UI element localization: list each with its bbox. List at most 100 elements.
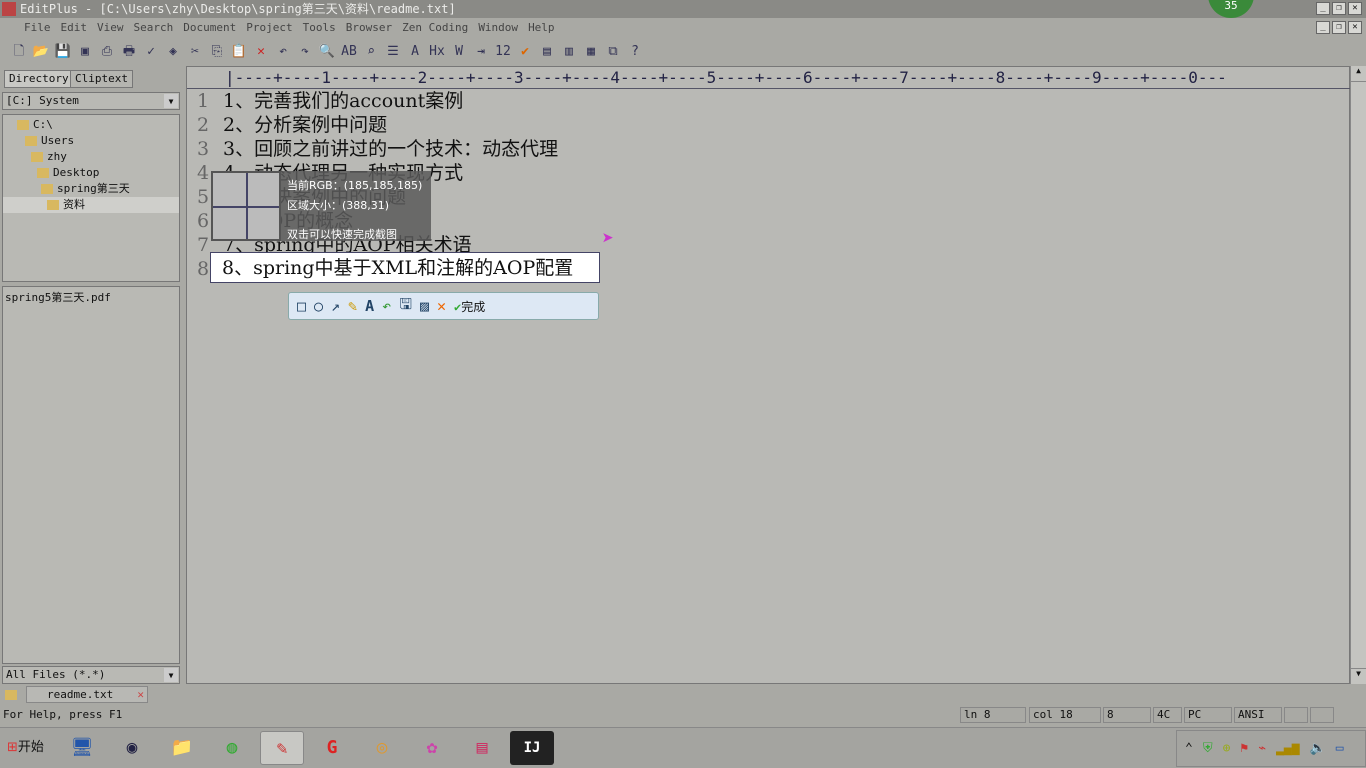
text-tool-icon[interactable]: A: [365, 297, 374, 315]
restore-button[interactable]: ❐: [1332, 2, 1346, 15]
taskbar-explorer-icon[interactable]: 📁: [160, 731, 204, 765]
line-number-icon[interactable]: 12: [494, 43, 512, 61]
word-wrap-icon[interactable]: W: [450, 43, 468, 61]
flag-icon[interactable]: ⚑: [1240, 741, 1248, 756]
undo-icon[interactable]: ↶: [274, 43, 292, 61]
network-icon[interactable]: ▂▄▆: [1276, 741, 1299, 756]
find-in-files-icon[interactable]: ⌕: [362, 43, 380, 61]
drive-select[interactable]: [C:] System ▼: [2, 92, 180, 110]
taskbar-intellij-icon[interactable]: IJ: [510, 731, 554, 765]
menu-edit[interactable]: Edit: [61, 21, 88, 34]
copy-image-icon[interactable]: ▨: [420, 297, 429, 315]
menu-zen-coding[interactable]: Zen Coding: [402, 21, 468, 34]
undo-icon[interactable]: ↶: [382, 297, 391, 315]
browser-icon[interactable]: ◈: [164, 43, 182, 61]
editor-line[interactable]: 2 2、分析案例中问题: [187, 113, 387, 137]
tree-item[interactable]: Desktop: [3, 165, 179, 181]
menu-project[interactable]: Project: [246, 21, 292, 34]
tree-item-selected[interactable]: 资料: [3, 197, 179, 213]
check-icon[interactable]: ✔: [516, 43, 534, 61]
scroll-down-icon[interactable]: ▼: [1351, 668, 1366, 684]
taskbar-picasa-icon[interactable]: ✿: [410, 731, 454, 765]
find-icon[interactable]: 🔍: [318, 43, 336, 61]
delete-icon[interactable]: ✕: [252, 43, 270, 61]
capture-info-tooltip: 当前RGB：(185,185,185) 区域大小：(388,31) 双击可以快速…: [281, 171, 431, 241]
cancel-icon[interactable]: ✕: [437, 297, 446, 315]
line-text: 3、回顾之前讲过的一个技术：动态代理: [223, 138, 559, 160]
shield-icon[interactable]: ⛨: [1203, 741, 1213, 756]
taskbar-editplus-icon[interactable]: ✎: [260, 731, 304, 765]
menu-search[interactable]: Search: [134, 21, 174, 34]
doc-tab-label: readme.txt: [47, 688, 114, 701]
menu-view[interactable]: View: [97, 21, 124, 34]
rectangle-tool-icon[interactable]: □: [297, 297, 306, 315]
menu-tools[interactable]: Tools: [303, 21, 336, 34]
taskbar-eclipse-icon[interactable]: ◉: [110, 731, 154, 765]
power-icon[interactable]: ⌁: [1258, 741, 1266, 756]
taskbar-ico-icon[interactable]: ▤: [460, 731, 504, 765]
spellcheck-icon[interactable]: ✓: [142, 43, 160, 61]
start-button[interactable]: ⊞开始: [2, 734, 49, 762]
doc-tab-readme[interactable]: readme.txt ✕: [26, 686, 148, 703]
copy-icon[interactable]: ⎘: [208, 43, 226, 61]
tree-item[interactable]: C:\: [3, 117, 179, 133]
output-window-icon[interactable]: ▦: [582, 43, 600, 61]
editor-line[interactable]: 3 3、回顾之前讲过的一个技术：动态代理: [187, 137, 558, 161]
menu-file[interactable]: File: [24, 21, 51, 34]
close-button[interactable]: ✕: [1348, 2, 1362, 15]
goto-line-icon[interactable]: ☰: [384, 43, 402, 61]
file-item[interactable]: spring5第三天.pdf: [5, 289, 177, 305]
hex-icon[interactable]: Hx: [428, 43, 446, 61]
paste-icon[interactable]: 📋: [230, 43, 248, 61]
open-icon[interactable]: 📂: [32, 43, 50, 61]
replace-icon[interactable]: AB: [340, 43, 358, 61]
left-panel: Directory Cliptext [C:] System ▼ C:\ User…: [0, 66, 184, 686]
arrow-tool-icon[interactable]: ↗: [331, 297, 340, 315]
font-icon[interactable]: A: [406, 43, 424, 61]
save-icon[interactable]: 🖫: [399, 294, 412, 319]
editor[interactable]: |----+----1----+----2----+----3----+----…: [186, 66, 1351, 684]
taskbar-chrome-icon[interactable]: ◎: [360, 731, 404, 765]
vertical-scrollbar[interactable]: ▲ ▼: [1350, 66, 1366, 684]
fullscreen-icon[interactable]: ⧉: [604, 43, 622, 61]
indent-icon[interactable]: ⇥: [472, 43, 490, 61]
volume-icon[interactable]: 🔈: [1310, 741, 1326, 756]
status-empty: [1310, 707, 1334, 723]
editor-line[interactable]: 1 1、完善我们的account案例: [187, 89, 463, 113]
menu-document[interactable]: Document: [183, 21, 236, 34]
close-tab-icon[interactable]: ✕: [137, 687, 144, 702]
brush-tool-icon[interactable]: ✎: [348, 297, 357, 315]
file-filter-select[interactable]: All Files (*.*) ▼: [2, 666, 180, 684]
tree-item[interactable]: spring第三天: [3, 181, 179, 197]
redo-icon[interactable]: ↷: [296, 43, 314, 61]
tray-expand-icon[interactable]: ⌃: [1185, 741, 1193, 756]
minimize-button[interactable]: _: [1316, 2, 1330, 15]
taskbar-g-app-icon[interactable]: G: [310, 731, 354, 765]
menu-help[interactable]: Help: [528, 21, 555, 34]
tree-item[interactable]: zhy: [3, 149, 179, 165]
tab-directory[interactable]: Directory: [4, 70, 74, 88]
taskbar-app-icon[interactable]: ◍: [210, 731, 254, 765]
help-icon[interactable]: ?: [626, 43, 644, 61]
save-all-icon[interactable]: ▣: [76, 43, 94, 61]
folder-icon: [17, 120, 29, 130]
tray-360-icon[interactable]: ⊕: [1223, 741, 1231, 756]
cut-icon[interactable]: ✂: [186, 43, 204, 61]
menu-browser[interactable]: Browser: [346, 21, 392, 34]
print-icon[interactable]: 🖶: [120, 43, 138, 61]
scroll-up-icon[interactable]: ▲: [1351, 66, 1366, 82]
print-preview-icon[interactable]: ⎙: [98, 43, 116, 61]
taskbar-computer-icon[interactable]: 🖥: [60, 731, 104, 765]
cliptext-window-icon[interactable]: ▥: [560, 43, 578, 61]
done-button[interactable]: ✔完成: [454, 298, 485, 315]
chevron-down-icon[interactable]: ▼: [164, 94, 178, 108]
menu-window[interactable]: Window: [478, 21, 518, 34]
chevron-down-icon[interactable]: ▼: [164, 668, 178, 682]
show-desktop-icon[interactable]: ▭: [1336, 741, 1344, 756]
save-icon[interactable]: 💾: [54, 43, 72, 61]
ellipse-tool-icon[interactable]: ○: [314, 297, 323, 315]
new-file-icon[interactable]: 🗋: [10, 43, 28, 61]
tree-item[interactable]: Users: [3, 133, 179, 149]
directory-window-icon[interactable]: ▤: [538, 43, 556, 61]
tab-cliptext[interactable]: Cliptext: [70, 70, 133, 88]
